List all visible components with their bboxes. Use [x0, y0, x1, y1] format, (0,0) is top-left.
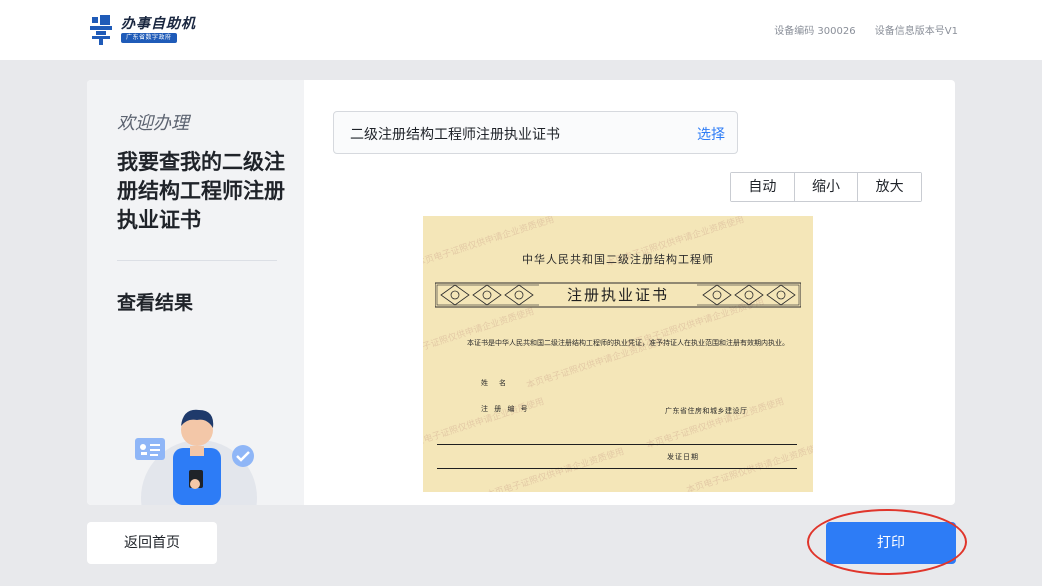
zoom-out-button[interactable]: 缩小 — [794, 173, 859, 201]
certificate-selector[interactable]: 二级注册结构工程师注册执业证书 选择 — [333, 111, 738, 154]
result-label: 查看结果 — [117, 292, 194, 314]
certificate-preview: 本页电子证照仅供申请企业资质使用 本页电子证照仅供申请企业资质使用 本页电子证照… — [423, 216, 813, 492]
device-code: 设备编码 300026 — [774, 26, 856, 37]
home-button[interactable]: 返回首页 — [87, 522, 217, 564]
certificate-body: 本证书是中华人民共和国二级注册结构工程师的执业凭证，准予持证人在执业范围和注册有… — [467, 339, 789, 347]
watermark-text: 本页电子证照仅供申请企业资质使用 — [645, 396, 786, 451]
watermark-text: 本页电子证照仅供申请企业资质使用 — [423, 306, 536, 361]
certificate-header: 中华人民共和国二级注册结构工程师 — [522, 253, 714, 266]
watermark-text: 本页电子证照仅供申请企业资质使用 — [423, 396, 546, 451]
cert-reg-number-field: 注 册 编 号 — [481, 405, 530, 413]
selected-certificate: 二级注册结构工程师注册执业证书 — [350, 127, 560, 143]
cert-rule — [437, 444, 797, 445]
watermark-text: 本页电子证照仅供申请企业资质使用 — [685, 441, 813, 492]
zoom-auto-button[interactable]: 自动 — [731, 173, 795, 201]
print-button[interactable]: 打印 — [826, 522, 956, 564]
zoom-controls: 自动 缩小 放大 — [730, 172, 922, 202]
top-bar: 办事自助机 广东省数字政府 设备编码 300026 设备信息版本号V1 — [0, 0, 1042, 60]
certificate-name: 注册执业证书 — [539, 284, 697, 306]
person-illustration-icon — [135, 409, 257, 505]
select-button[interactable]: 选择 — [697, 124, 725, 144]
zoom-in-button[interactable]: 放大 — [858, 173, 922, 201]
cert-issuer: 广东省住房和城乡建设厅 — [665, 407, 748, 415]
main-card: 欢迎办理 我要查我的二级注册结构工程师注册执业证书 查看结果 二级注册结构工程师… — [87, 80, 955, 505]
device-version: 设备信息版本号V1 — [874, 26, 958, 37]
sidebar-divider — [117, 260, 277, 261]
welcome-text: 欢迎办理 — [117, 113, 189, 134]
cert-name-field: 姓 名 — [481, 379, 508, 387]
app-title: 办事自助机 — [121, 16, 196, 32]
device-info: 设备编码 300026 设备信息版本号V1 — [758, 22, 958, 37]
service-title: 我要查我的二级注册结构工程师注册执业证书 — [117, 150, 285, 232]
cert-issue-date-field: 发证日期 — [667, 453, 699, 461]
app-subtitle: 广东省数字政府 — [121, 33, 177, 43]
cert-rule — [437, 468, 797, 469]
sidebar-panel: 欢迎办理 我要查我的二级注册结构工程师注册执业证书 查看结果 — [87, 80, 304, 505]
app-logo-icon — [90, 15, 112, 45]
